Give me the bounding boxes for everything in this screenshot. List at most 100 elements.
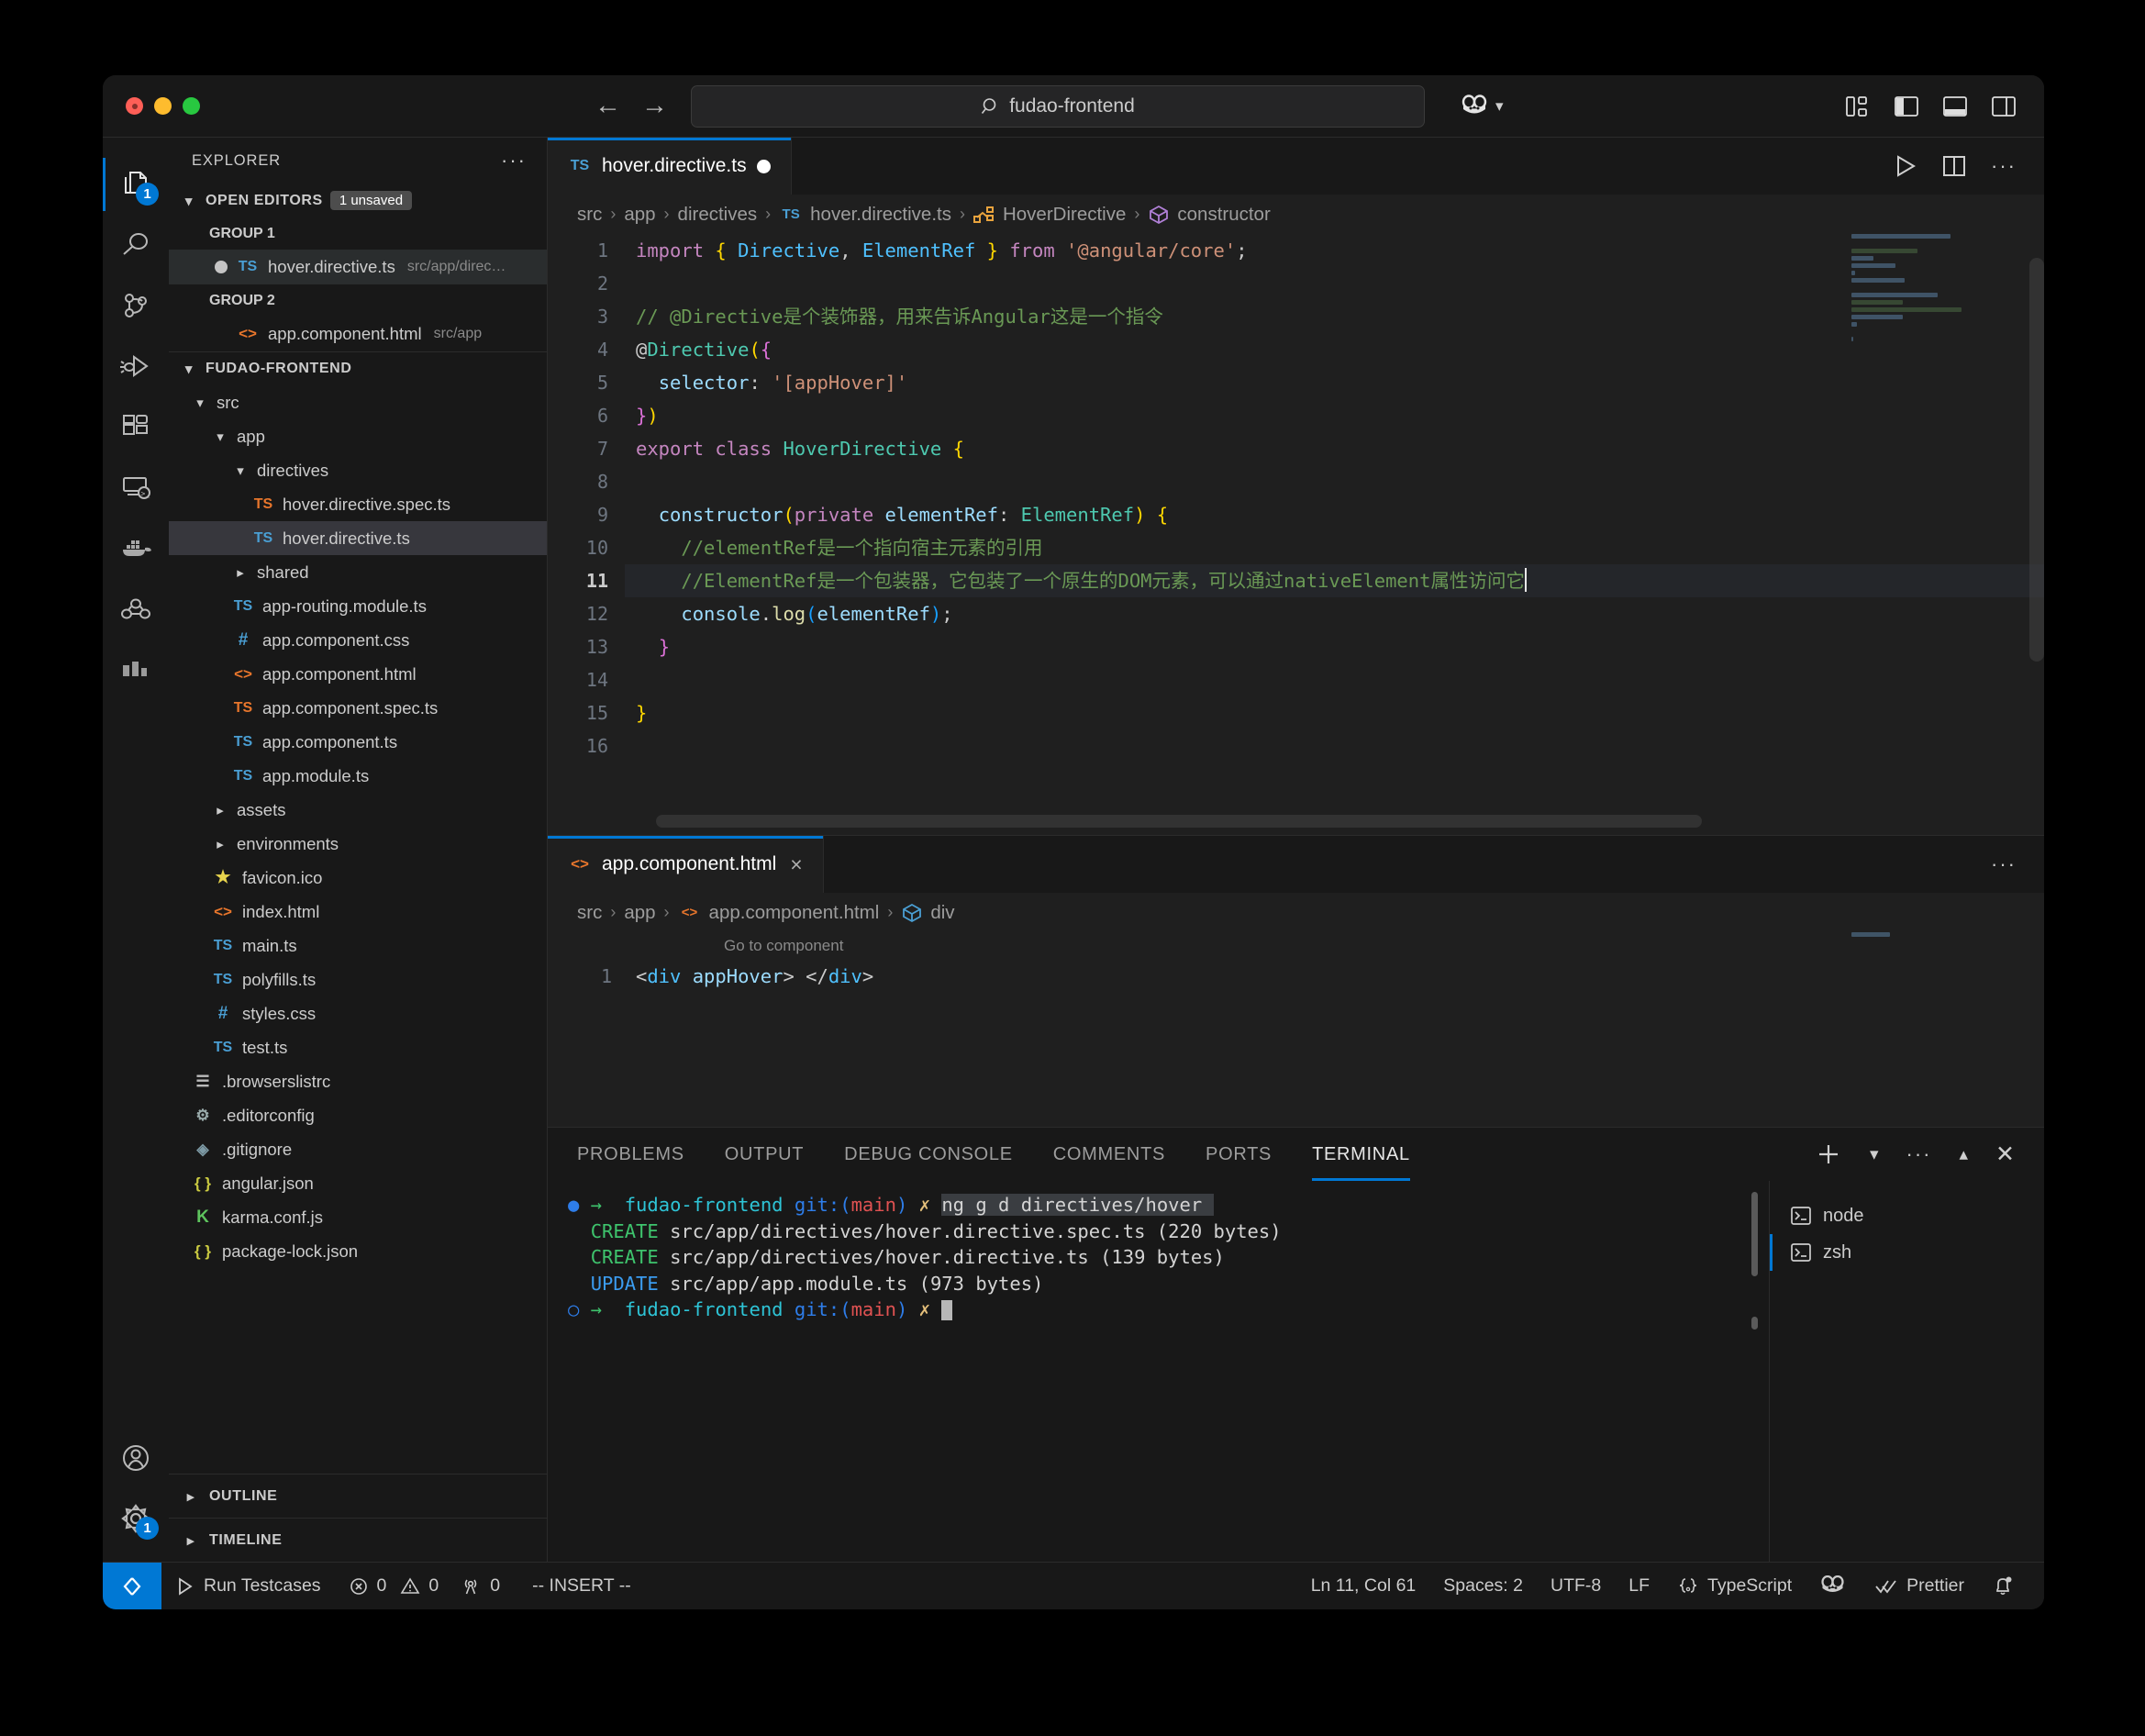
close-icon[interactable]: ×: [790, 852, 802, 877]
tree-file-item[interactable]: { } package-lock.json: [169, 1234, 547, 1268]
editor-2-minimap[interactable]: [1844, 932, 2028, 1127]
editor-1-code-area[interactable]: 1 2 3 4 5 6 7 8 9 10 11 12 13 14 15 16 import { Directi…: [548, 234, 2044, 835]
code-line[interactable]: // @Directive是个装饰器，用来告诉Angular这是一个指令: [625, 300, 2044, 333]
maximize-window-button[interactable]: [183, 97, 200, 115]
editor-1-vertical-scrollbar[interactable]: [2029, 234, 2044, 835]
timeline-section-header[interactable]: ▸ TIMELINE: [169, 1518, 547, 1562]
status-run-testcases[interactable]: Run Testcases: [161, 1563, 335, 1610]
tree-file-item[interactable]: ◈ .gitignore: [169, 1132, 547, 1166]
close-window-button[interactable]: [126, 97, 143, 115]
chevron-down-icon[interactable]: ▾: [1870, 1144, 1879, 1165]
code-line[interactable]: [625, 663, 2044, 696]
search-input[interactable]: fudao-frontend: [691, 84, 1425, 128]
breadcrumb-item[interactable]: div: [901, 902, 955, 924]
sidebar-item-accounts[interactable]: [103, 1428, 169, 1488]
editor-2-code-area[interactable]: Go to component 1 <div appHover> </div>: [548, 932, 2044, 1127]
status-indentation[interactable]: Spaces: 2: [1429, 1563, 1537, 1610]
tree-file-item[interactable]: <> index.html: [169, 895, 547, 929]
code-line[interactable]: console.log(elementRef);: [625, 597, 2044, 630]
tree-file-item[interactable]: Kkarma.conf.js: [169, 1200, 547, 1234]
sidebar-item-docker[interactable]: [103, 517, 169, 578]
code-line[interactable]: constructor(private elementRef: ElementR…: [625, 498, 2044, 531]
tab-hover-directive-ts[interactable]: TS hover.directive.ts: [548, 138, 792, 195]
tree-file-item[interactable]: # styles.css: [169, 996, 547, 1030]
open-editor-item[interactable]: <> app.component.html src/app: [169, 317, 547, 351]
maximize-panel-icon[interactable]: ▴: [1960, 1144, 1969, 1165]
breadcrumb-item[interactable]: src: [577, 902, 602, 924]
code-line[interactable]: //ElementRef是一个包装器，它包装了一个原生的DOM元素，可以通过na…: [625, 564, 2044, 597]
run-icon[interactable]: [1894, 153, 1917, 179]
code-line[interactable]: import { Directive, ElementRef } from '@…: [625, 234, 2044, 267]
terminal-list-item[interactable]: node: [1770, 1197, 2044, 1234]
tree-folder-item[interactable]: ▾ src: [169, 385, 547, 419]
status-cursor-position[interactable]: Ln 11, Col 61: [1297, 1563, 1430, 1610]
sidebar-item-run-and-debug[interactable]: [103, 336, 169, 396]
breadcrumb-item[interactable]: directives: [678, 204, 758, 226]
open-editor-item[interactable]: TS hover.directive.ts src/app/direc…: [169, 250, 547, 284]
more-actions-icon[interactable]: ···: [501, 150, 527, 171]
terminal-scrollbar[interactable]: [1751, 1192, 1758, 1276]
code-line[interactable]: //elementRef是一个指向宿主元素的引用: [625, 531, 2044, 564]
code-line[interactable]: [625, 465, 2044, 498]
status-prettier[interactable]: Prettier: [1861, 1563, 1978, 1610]
tree-folder-item[interactable]: ▾ app: [169, 419, 547, 453]
sidebar-item-remote-explorer[interactable]: >_: [103, 457, 169, 517]
toggle-secondary-sidebar-icon[interactable]: [1991, 95, 2017, 118]
status-copilot[interactable]: [1806, 1563, 1861, 1610]
status-errors[interactable]: 0: [335, 1563, 401, 1610]
code-line[interactable]: @Directive({: [625, 333, 2044, 366]
editor-1-minimap[interactable]: [1844, 234, 2028, 835]
tree-file-item[interactable]: # app.component.css: [169, 623, 547, 657]
editor-2-vertical-scrollbar[interactable]: [2029, 932, 2044, 1127]
sidebar-item-explorer[interactable]: 1: [103, 154, 169, 215]
panel-tab-debug-console[interactable]: DEBUG CONSOLE: [844, 1128, 1013, 1181]
sidebar-item-source-control[interactable]: [103, 275, 169, 336]
sidebar-item-kubernetes[interactable]: [103, 578, 169, 639]
editor-1-code[interactable]: import { Directive, ElementRef } from '@…: [625, 234, 2044, 835]
sidebar-item-extensions[interactable]: [103, 396, 169, 457]
codelens-go-to-component[interactable]: Go to component: [625, 932, 2044, 960]
status-language-mode[interactable]: TypeScript: [1663, 1563, 1806, 1610]
tree-file-item[interactable]: ☰ .browserslistrc: [169, 1064, 547, 1098]
status-warnings[interactable]: 0: [400, 1563, 452, 1610]
tree-file-item[interactable]: ⚙ .editorconfig: [169, 1098, 547, 1132]
code-line[interactable]: <div appHover> </div>: [625, 960, 2044, 993]
code-line[interactable]: selector: '[appHover]': [625, 366, 2044, 399]
tree-file-item[interactable]: ★ favicon.ico: [169, 861, 547, 895]
code-line[interactable]: }: [625, 696, 2044, 729]
more-actions-icon[interactable]: ···: [1991, 854, 2017, 874]
arrow-right-icon[interactable]: →: [641, 93, 668, 119]
editor-2-code[interactable]: <div appHover> </div>: [625, 960, 2044, 993]
status-eol[interactable]: LF: [1615, 1563, 1663, 1610]
sidebar-item-settings[interactable]: 1: [103, 1488, 169, 1549]
panel-tab-output[interactable]: OUTPUT: [725, 1128, 804, 1181]
panel-tab-problems[interactable]: PROBLEMS: [577, 1128, 684, 1181]
tab-app-component-html[interactable]: <> app.component.html ×: [548, 836, 824, 893]
more-actions-icon[interactable]: ···: [1906, 1144, 1932, 1164]
tree-file-item[interactable]: TS app.module.ts: [169, 759, 547, 793]
open-editors-section-header[interactable]: ▾ OPEN EDITORS 1 unsaved: [169, 184, 547, 217]
toggle-panel-icon[interactable]: [1942, 95, 1968, 118]
copilot-button[interactable]: ▾: [1460, 94, 1504, 118]
new-terminal-icon[interactable]: [1815, 1141, 1842, 1168]
terminal-output[interactable]: ● → fudao-frontend git:(main) ✗ ng g d d…: [548, 1181, 1769, 1562]
breadcrumb-item[interactable]: src: [577, 204, 602, 226]
tree-folder-item[interactable]: ▾ directives: [169, 453, 547, 487]
breadcrumb-item[interactable]: constructor: [1148, 204, 1271, 226]
sidebar-item-test-explorer[interactable]: [103, 639, 169, 699]
close-panel-icon[interactable]: ✕: [1995, 1141, 2015, 1168]
tree-file-item[interactable]: TS main.ts: [169, 929, 547, 963]
status-notifications[interactable]: [1978, 1563, 2028, 1610]
tree-file-item[interactable]: TS app.component.spec.ts: [169, 691, 547, 725]
remote-window-button[interactable]: [103, 1562, 161, 1609]
code-line[interactable]: [625, 267, 2044, 300]
tree-file-item[interactable]: { } angular.json: [169, 1166, 547, 1200]
editor-1-horizontal-scrollbar[interactable]: [656, 815, 1702, 828]
code-line[interactable]: export class HoverDirective {: [625, 432, 2044, 465]
tree-file-item[interactable]: TS app-routing.module.ts: [169, 589, 547, 623]
tree-folder-item[interactable]: ▸ assets: [169, 793, 547, 827]
toggle-primary-sidebar-icon[interactable]: [1894, 95, 1919, 118]
breadcrumb-item[interactable]: TS hover.directive.ts: [779, 204, 951, 226]
breadcrumb-item[interactable]: app: [624, 902, 655, 924]
tree-file-item[interactable]: TS hover.directive.spec.ts: [169, 487, 547, 521]
